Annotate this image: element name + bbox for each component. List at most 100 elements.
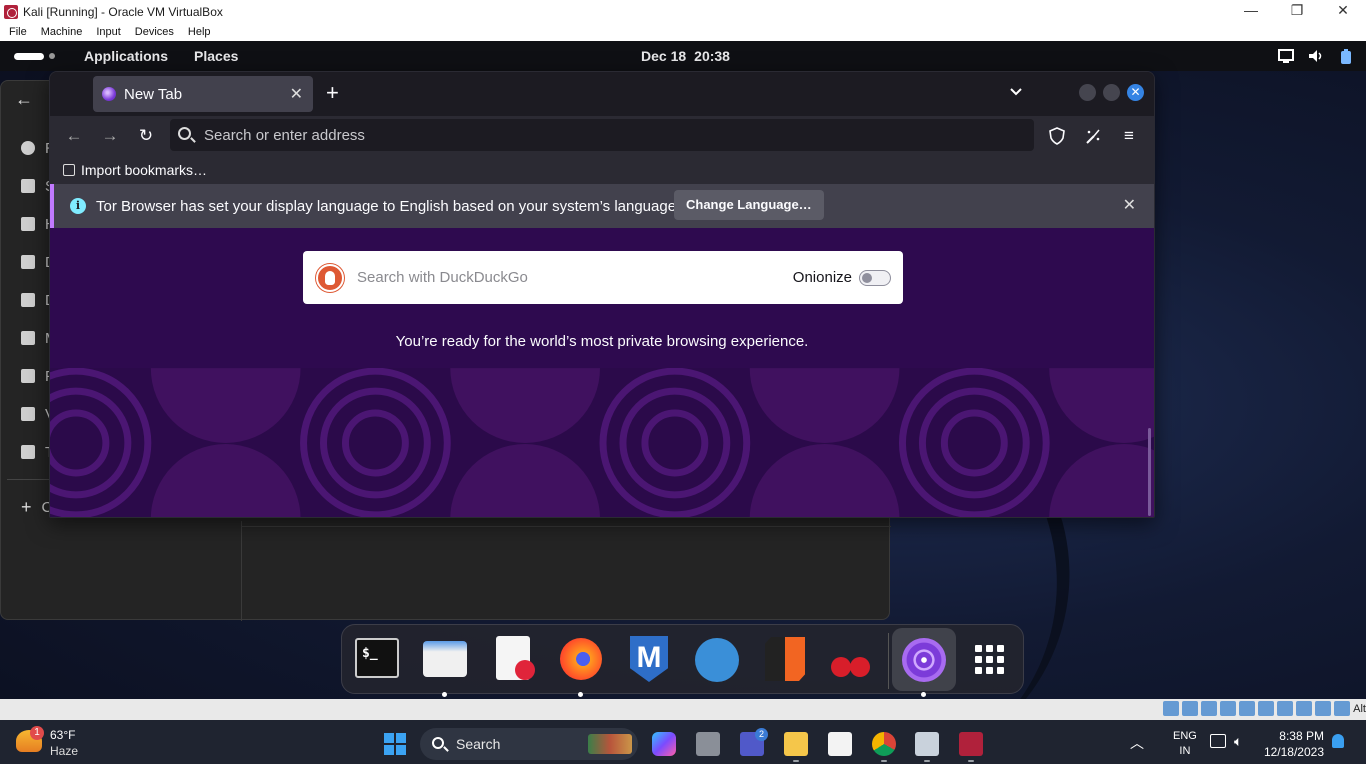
dock-burp-suite[interactable] xyxy=(760,635,810,685)
speaker-icon[interactable]: 🔈︎ xyxy=(1234,733,1242,750)
guest-desktop: Applications Places Dec 1820:38 ← R S H … xyxy=(0,41,1366,699)
cherry-icon-2 xyxy=(850,657,870,677)
cherry-icon xyxy=(831,657,851,677)
pattern-ring xyxy=(50,409,110,477)
pane-divider xyxy=(241,521,242,621)
dock-files[interactable] xyxy=(420,635,470,697)
pattern-ring xyxy=(619,387,731,499)
recording-icon[interactable] xyxy=(1277,701,1294,716)
dock-terminal[interactable]: $_ xyxy=(352,635,402,685)
recent-icon xyxy=(21,141,35,155)
virtualbox-icon[interactable] xyxy=(915,732,939,756)
search-highlight-image xyxy=(588,734,632,754)
close-notification-icon[interactable]: ✕ xyxy=(1123,195,1136,215)
dock-text-editor[interactable] xyxy=(488,635,538,685)
tor-favicon-icon xyxy=(102,87,116,101)
applications-menu[interactable]: Applications xyxy=(84,48,168,64)
duckduckgo-logo-icon xyxy=(316,263,344,292)
pattern-ring xyxy=(641,409,709,477)
maximize-window-button[interactable] xyxy=(1103,84,1120,101)
optical-drive-icon[interactable] xyxy=(1163,701,1180,716)
shield-icon[interactable] xyxy=(1044,124,1070,148)
chevron-down-icon[interactable] xyxy=(1008,84,1024,100)
kali-vm-icon[interactable] xyxy=(959,732,983,756)
scrollbar-thumb[interactable] xyxy=(1148,428,1151,516)
start-button[interactable] xyxy=(384,733,406,755)
display-icon[interactable] xyxy=(1258,701,1275,716)
change-language-button[interactable]: Change Language… xyxy=(674,190,824,220)
chevron-up-icon[interactable]: ︿ xyxy=(1130,733,1144,753)
notification-bell-icon[interactable] xyxy=(1332,734,1344,748)
menu-devices[interactable]: Devices xyxy=(130,26,179,38)
import-bookmarks-link[interactable]: Import bookmarks… xyxy=(81,162,207,178)
usb-icon[interactable] xyxy=(1220,701,1237,716)
running-indicator xyxy=(578,692,583,697)
onionize-toggle[interactable] xyxy=(859,270,891,286)
restore-button[interactable]: ❐ xyxy=(1274,0,1320,23)
hamburger-menu-icon[interactable]: ≡ xyxy=(1116,124,1142,148)
network-icon[interactable] xyxy=(1201,701,1218,716)
dock-firefox[interactable] xyxy=(556,635,606,697)
pattern-half-disc xyxy=(749,444,900,517)
close-tab-icon[interactable]: ✕ xyxy=(290,84,303,104)
close-browser-button[interactable]: ✕ xyxy=(1127,84,1144,101)
shared-folder-icon[interactable] xyxy=(1239,701,1256,716)
topbar-clock[interactable]: Dec 18 20:38 xyxy=(641,48,730,64)
mouse-integration-icon[interactable] xyxy=(1315,701,1332,716)
clock-date: 12/18/2023 xyxy=(1263,745,1324,759)
new-identity-broom-icon[interactable] xyxy=(1080,124,1106,148)
metasploit-icon: M xyxy=(630,636,668,682)
menu-file[interactable]: File xyxy=(4,26,32,38)
taskbar-clock[interactable]: 8:38 PM 12/18/2023 xyxy=(1260,728,1324,760)
reload-icon[interactable]: ↻ xyxy=(133,124,159,148)
pencil-icon xyxy=(515,660,535,680)
dock-tor-browser[interactable] xyxy=(899,635,949,697)
menu-input[interactable]: Input xyxy=(91,26,125,38)
back-icon[interactable]: ← xyxy=(61,124,87,148)
chrome-icon[interactable] xyxy=(872,732,896,756)
home-icon xyxy=(21,217,35,231)
back-arrow-icon[interactable]: ← xyxy=(15,89,33,110)
new-tab-page: Search with DuckDuckGo Onionize You’re r… xyxy=(50,228,1154,517)
file-explorer-icon[interactable] xyxy=(784,732,808,756)
copilot-icon[interactable] xyxy=(652,732,676,756)
forward-icon[interactable]: → xyxy=(97,124,123,148)
network-icon[interactable] xyxy=(1210,734,1226,748)
task-view-icon[interactable] xyxy=(696,732,720,756)
search-placeholder: Search with DuckDuckGo xyxy=(357,269,528,286)
new-tab-button[interactable]: + xyxy=(326,82,339,104)
gnome-system-tray[interactable] xyxy=(1278,49,1354,64)
menu-help[interactable]: Help xyxy=(183,26,216,38)
running-indicator xyxy=(881,760,887,762)
cpu-icon[interactable] xyxy=(1296,701,1313,716)
language-indicator[interactable]: ENG IN xyxy=(1173,729,1197,759)
dock-wireshark[interactable] xyxy=(692,635,742,685)
microsoft-store-icon[interactable] xyxy=(828,732,852,756)
places-menu[interactable]: Places xyxy=(194,48,238,64)
tab-new-tab[interactable]: New Tab ✕ xyxy=(93,76,313,112)
virtualbox-app-icon xyxy=(4,4,18,19)
close-window-button[interactable]: ✕ xyxy=(1320,0,1366,23)
taskbar-search[interactable]: Search xyxy=(420,728,638,760)
dock-metasploit[interactable]: M xyxy=(624,635,674,685)
menu-machine[interactable]: Machine xyxy=(36,26,88,38)
minimize-window-button[interactable] xyxy=(1079,84,1096,101)
content-divider xyxy=(241,526,891,527)
dock-show-applications[interactable] xyxy=(965,635,1015,685)
weather-widget[interactable]: 1 63°F Haze xyxy=(16,726,86,758)
star-icon xyxy=(21,179,35,193)
pattern-half-disc xyxy=(1049,368,1154,443)
minimize-button[interactable]: — xyxy=(1228,0,1274,23)
workspace-indicator[interactable] xyxy=(14,51,58,61)
pattern-ring xyxy=(50,387,132,499)
music-icon xyxy=(21,331,35,345)
tagline: You’re ready for the world’s most privat… xyxy=(395,333,809,350)
keyboard-icon[interactable] xyxy=(1334,701,1351,716)
pattern-half-disc xyxy=(150,444,301,517)
address-bar[interactable]: Search or enter address xyxy=(170,119,1034,151)
window-controls: — ❐ ✕ xyxy=(1228,0,1366,23)
audio-icon[interactable] xyxy=(1182,701,1199,716)
duckduckgo-search-box[interactable]: Search with DuckDuckGo Onionize xyxy=(303,251,903,304)
dock-cherrytree[interactable] xyxy=(828,635,878,685)
terminal-icon: $_ xyxy=(355,638,399,678)
